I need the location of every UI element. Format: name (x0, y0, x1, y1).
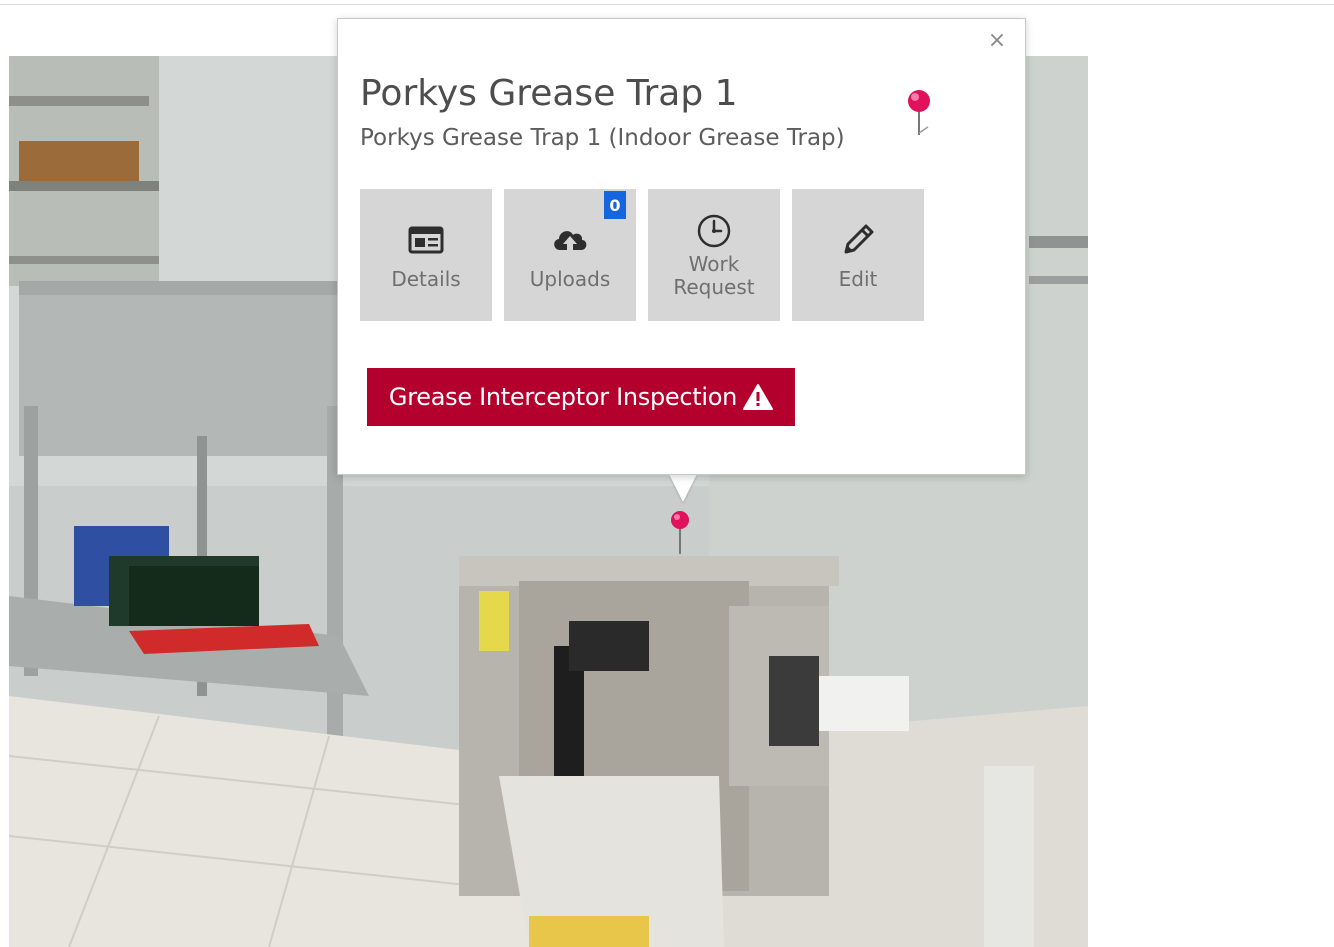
details-button[interactable]: Details (360, 189, 492, 321)
pin-icon (906, 87, 932, 139)
work-request-button[interactable]: Work Request (648, 189, 780, 321)
location-popup: × Porkys Grease Trap 1 Porkys Grease Tra… (337, 18, 1026, 475)
uploads-button[interactable]: 0 Uploads (504, 189, 636, 321)
details-icon (406, 220, 446, 260)
clock-icon (694, 211, 734, 251)
warning-icon (743, 383, 774, 411)
edit-label: Edit (838, 266, 878, 291)
pencil-icon (838, 220, 878, 260)
popup-pointer (669, 474, 697, 502)
map-pin-icon[interactable] (670, 508, 690, 558)
grease-interceptor-inspection-button[interactable]: Grease Interceptor Inspection (367, 368, 795, 426)
uploads-count-badge: 0 (604, 191, 626, 219)
uploads-label: Uploads (529, 266, 611, 291)
edit-button[interactable]: Edit (792, 189, 924, 321)
details-label: Details (391, 266, 461, 291)
cloud-upload-icon (550, 220, 590, 260)
top-divider (0, 4, 1334, 5)
inspection-button-label: Grease Interceptor Inspection (388, 383, 738, 411)
popup-title: Porkys Grease Trap 1 (360, 73, 738, 114)
popup-subtitle: Porkys Grease Trap 1 (Indoor Grease Trap… (360, 125, 845, 151)
work-request-label: Work Request (673, 252, 755, 299)
close-button[interactable]: × (985, 29, 1009, 53)
action-tiles: Details 0 Uploads Work Request Edit (360, 189, 924, 321)
